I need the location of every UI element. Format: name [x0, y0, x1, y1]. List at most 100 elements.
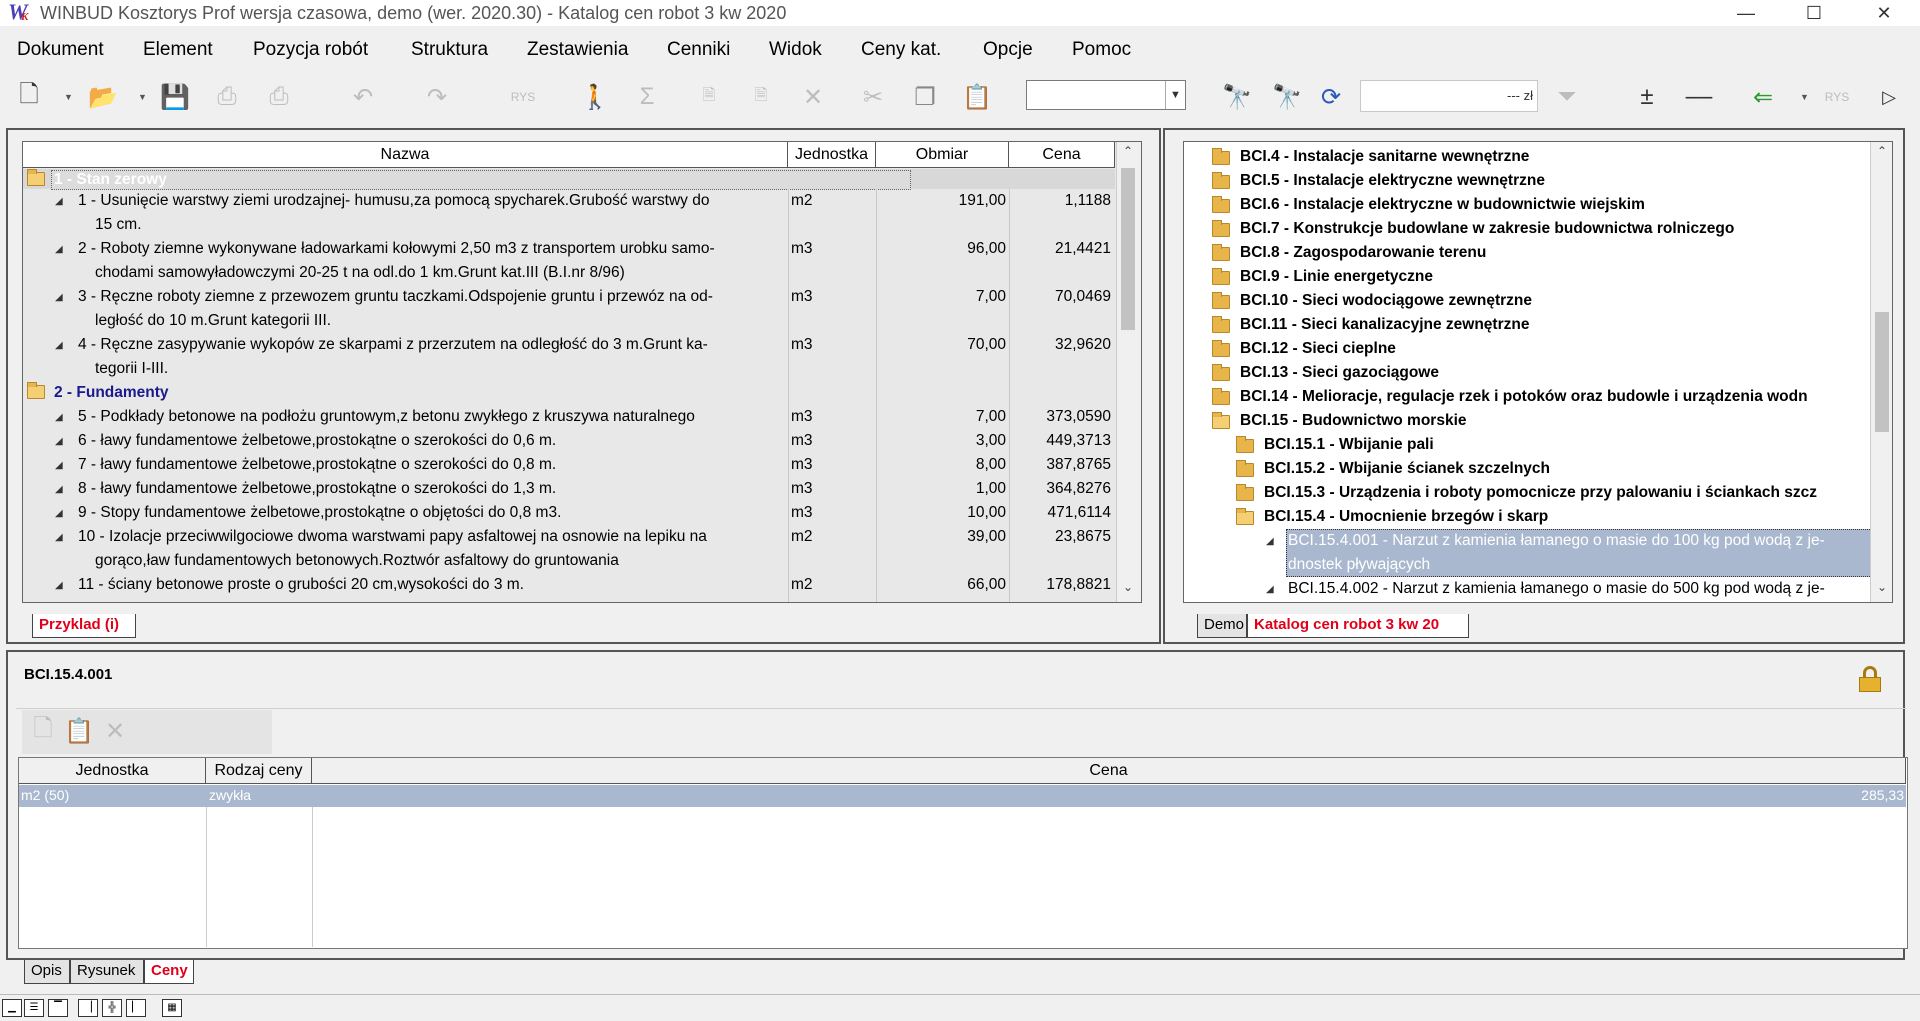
close-button[interactable]: ✕ [1852, 0, 1916, 26]
dash-dash-icon[interactable]: ‒‒ [1682, 80, 1716, 114]
open-dropdown-arrow[interactable]: ▼ [138, 92, 148, 102]
expand-triangle-icon[interactable]: ◢ [55, 196, 63, 207]
tree-node[interactable]: BCI.4 - Instalacje sanitarne wewnętrzne [1184, 145, 1868, 169]
open-folder-icon[interactable]: 📂 [86, 80, 120, 114]
delete-icon[interactable]: ✕ [796, 80, 830, 114]
table-row[interactable]: ◢ 4 - Ręczne zasypywanie wykopów ze skar… [23, 333, 1115, 381]
menu-element[interactable]: Element [143, 39, 213, 61]
tree-node[interactable]: BCI.8 - Zagospodarowanie terenu [1184, 241, 1868, 265]
table-row[interactable]: ◢ 9 - Stopy fundamentowe żelbetowe,prost… [23, 501, 1115, 525]
expand-triangle-icon[interactable]: ◢ [55, 484, 63, 495]
layout-3-icon[interactable]: ▔ [48, 999, 68, 1017]
table-row[interactable]: ◢ 8 - ławy fundamentowe żelbetowe,prosto… [23, 477, 1115, 501]
col-cena[interactable]: Cena [312, 758, 1906, 784]
tree-node[interactable]: BCI.5 - Instalacje elektryczne wewnętrzn… [1184, 169, 1868, 193]
tree-node[interactable]: BCI.13 - Sieci gazociągowe [1184, 361, 1868, 385]
tree-subnode[interactable]: BCI.15.4 - Umocnienie brzegów i skarp [1184, 505, 1868, 529]
tree-node[interactable]: BCI.7 - Konstrukcje budowlane w zakresie… [1184, 217, 1868, 241]
new-price-icon[interactable]: 🗋 [26, 714, 60, 748]
col-jednostka[interactable]: Jednostka [788, 142, 876, 168]
chapter-row[interactable]: 1 - Stan zerowy [23, 169, 1115, 190]
find-icon[interactable]: 🔭 [1220, 80, 1254, 114]
find-next-icon[interactable]: 🔭 [1270, 80, 1304, 114]
expand-triangle-icon[interactable]: ◢ [1266, 584, 1274, 595]
paste-icon[interactable]: 📋 [960, 80, 994, 114]
tree-node[interactable]: BCI.11 - Sieci kanalizacyjne zewnętrzne [1184, 313, 1868, 337]
expand-triangle-icon[interactable]: ◢ [55, 412, 63, 423]
copy-icon[interactable]: ❐ [908, 80, 942, 114]
cursor-icon[interactable]: ▷ [1872, 80, 1906, 114]
table-row[interactable]: ◢ 1 - Usunięcie warstwy ziemi urodzajnej… [23, 189, 1115, 237]
redo-icon[interactable]: ↷ [420, 80, 454, 114]
table-row[interactable]: ◢ 3 - Ręczne roboty ziemne z przewozem g… [23, 285, 1115, 333]
layout-1-icon[interactable]: ▁ [2, 999, 22, 1017]
tab-rysunek[interactable]: Rysunek [70, 960, 144, 984]
layout-4-icon[interactable]: ▕ [78, 999, 98, 1017]
col-rodzaj-ceny[interactable]: Rodzaj ceny [206, 758, 312, 784]
tab-demo[interactable]: Demo [1197, 614, 1247, 638]
tree-subnode[interactable]: BCI.15.3 - Urządzenia i roboty pomocnicz… [1184, 481, 1868, 505]
scroll-up-icon[interactable]: ⌃ [1117, 144, 1139, 164]
print-icon[interactable]: ⎙ [210, 80, 244, 114]
position-icon[interactable]: 🗎 [744, 80, 778, 114]
import-icon[interactable]: ⇐ [1746, 80, 1780, 114]
tab-przyklad[interactable]: Przyklad (i) [32, 614, 136, 638]
catalog-scrollbar[interactable]: ⌃ ⌄ [1870, 142, 1892, 602]
scroll-down-icon[interactable]: ⌄ [1871, 580, 1892, 600]
toolbar-combo[interactable]: ▼ [1026, 80, 1186, 110]
estimate-scrollbar[interactable]: ⌃ ⌄ [1116, 142, 1141, 602]
expand-triangle-icon[interactable]: ◢ [55, 460, 63, 471]
person-icon[interactable]: 🚶 [578, 80, 612, 114]
minimize-button[interactable]: — [1714, 0, 1778, 26]
catalog-item[interactable]: ◢ BCI.15.4.002 - Narzut z kamienia łaman… [1184, 577, 1868, 601]
menu-ceny-kat[interactable]: Ceny kat. [861, 39, 941, 61]
tree-node[interactable]: BCI.6 - Instalacje elektryczne w budowni… [1184, 193, 1868, 217]
paste-price-icon[interactable]: 📋 [62, 714, 96, 748]
import-dropdown-arrow[interactable]: ▼ [1800, 92, 1810, 102]
menu-pozycja-robot[interactable]: Pozycja robót [253, 39, 368, 61]
tab-katalog[interactable]: Katalog cen robot 3 kw 20 [1247, 614, 1469, 638]
element-icon[interactable]: 🗎 [692, 80, 726, 114]
col-nazwa[interactable]: Nazwa [23, 142, 788, 168]
menu-dokument[interactable]: Dokument [17, 39, 104, 61]
tree-node[interactable]: BCI.14 - Melioracje, regulacje rzek i po… [1184, 385, 1868, 409]
expand-triangle-icon[interactable]: ◢ [55, 532, 63, 543]
sum-icon[interactable]: Σ [630, 80, 664, 114]
expand-triangle-icon[interactable]: ◢ [1266, 536, 1274, 547]
layout-6-icon[interactable]: ▏ [126, 999, 146, 1017]
tab-opis[interactable]: Opis [24, 960, 70, 984]
tree-subnode[interactable]: BCI.15.1 - Wbijanie pali [1184, 433, 1868, 457]
col-jednostka[interactable]: Jednostka [19, 758, 206, 784]
expand-triangle-icon[interactable]: ◢ [55, 508, 63, 519]
expand-triangle-icon[interactable]: ◢ [55, 292, 63, 303]
scroll-down-icon[interactable]: ⌄ [1117, 580, 1139, 600]
refresh-icon[interactable]: ⟳ [1314, 80, 1348, 114]
price-filter-input[interactable]: --- zł [1360, 80, 1538, 112]
chapter-row[interactable]: 2 - Fundamenty [23, 381, 1115, 405]
menu-pomoc[interactable]: Pomoc [1072, 39, 1131, 61]
menu-zestawienia[interactable]: Zestawienia [527, 39, 628, 61]
catalog-item[interactable]: ◢ BCI.15.4.001 - Narzut z kamienia łaman… [1184, 529, 1874, 577]
cut-icon[interactable]: ✂ [856, 80, 890, 114]
col-obmiar[interactable]: Obmiar [876, 142, 1009, 168]
expand-triangle-icon[interactable]: ◢ [55, 244, 63, 255]
expand-triangle-icon[interactable]: ◢ [55, 580, 63, 591]
scroll-up-icon[interactable]: ⌃ [1871, 144, 1892, 164]
drawing-icon[interactable]: RYS [506, 80, 540, 114]
save-icon[interactable]: 💾 [158, 80, 192, 114]
menu-widok[interactable]: Widok [769, 39, 822, 61]
menu-struktura[interactable]: Struktura [411, 39, 488, 61]
pdf-icon[interactable]: ⎙ [262, 80, 296, 114]
scroll-thumb[interactable] [1875, 312, 1889, 432]
combo-arrow-icon[interactable]: ▼ [1165, 81, 1185, 109]
table-row[interactable]: ◢ 11 - ściany betonowe proste o grubości… [23, 573, 1115, 597]
table-row[interactable]: ◢ 5 - Podkłady betonowe na podłożu grunt… [23, 405, 1115, 429]
layout-5-icon[interactable]: ╬ [102, 999, 122, 1017]
filter-icon[interactable]: ⏷ [1550, 80, 1584, 114]
expand-triangle-icon[interactable]: ◢ [55, 340, 63, 351]
scroll-thumb[interactable] [1121, 168, 1135, 330]
table-row[interactable]: ◢ 2 - Roboty ziemne wykonywane ładowarka… [23, 237, 1115, 285]
col-cena[interactable]: Cena [1009, 142, 1115, 168]
table-row[interactable]: ◢ 10 - Izolacje przeciwwilgociowe dwoma … [23, 525, 1115, 573]
delete-price-icon[interactable]: ✕ [98, 714, 132, 748]
